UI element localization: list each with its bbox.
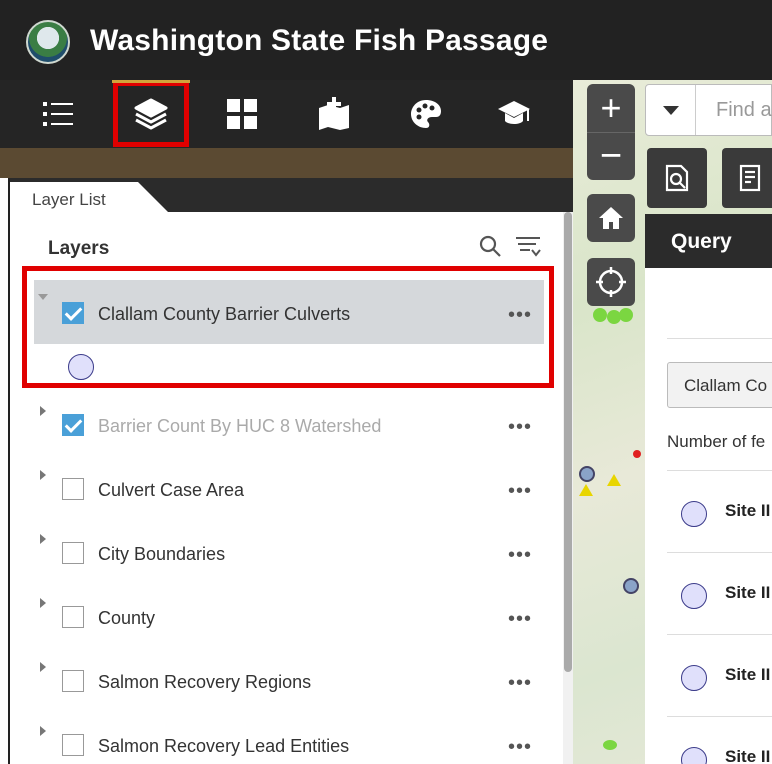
map-feature-dot (633, 450, 641, 458)
map-feature-dot (593, 308, 607, 322)
locate-button[interactable] (587, 258, 635, 306)
query-title: Query (645, 214, 772, 268)
layer-list-button[interactable] (112, 80, 190, 148)
divider (667, 338, 772, 339)
layer-list-panel: Layer List Layers Clallam County Barrier… (8, 178, 575, 764)
print-button[interactable] (394, 80, 458, 148)
layer-label: City Boundaries (98, 544, 226, 564)
list-icon (43, 102, 73, 126)
basemap-gallery-button[interactable] (210, 80, 274, 148)
expand-arrow-icon[interactable] (40, 470, 46, 480)
circle-symbol-icon (681, 665, 707, 691)
map-feature-triangle (607, 474, 621, 486)
map-feature-triangle (579, 484, 593, 496)
result-item-label: Site II (725, 665, 771, 684)
query-panel: Query Clallam Co Number of fe Site II Si… (645, 214, 772, 764)
app-title: Washington State Fish Passage (90, 24, 549, 57)
find-input[interactable]: Find a (716, 99, 772, 122)
crosshair-icon (596, 267, 626, 297)
widget-toolbar (0, 80, 573, 148)
expand-arrow-icon[interactable] (40, 598, 46, 608)
circle-symbol-icon (681, 583, 707, 609)
highlight-box (22, 266, 554, 388)
layer-row-city-boundaries[interactable]: City Boundaries ••• (34, 520, 544, 584)
chevron-down-icon[interactable] (646, 85, 696, 135)
active-marker (112, 80, 190, 83)
layer-row-salmon-lead-entities[interactable]: Salmon Recovery Lead Entities ••• (34, 712, 544, 764)
palette-icon (411, 100, 441, 128)
layer-label: Culvert Case Area (98, 480, 245, 500)
app-header: Washington State Fish Passage (0, 0, 772, 80)
layer-row-county[interactable]: County ••• (34, 584, 544, 648)
map-feature-dot (579, 466, 595, 482)
tab-strip: Layer List (10, 178, 575, 214)
find-search-box[interactable]: Find a (645, 84, 772, 136)
layer-label: Salmon Recovery Lead Entities (98, 736, 350, 756)
expand-arrow-icon[interactable] (40, 662, 46, 672)
more-options-icon[interactable]: ••• (508, 609, 532, 629)
expand-arrow-icon[interactable] (40, 406, 46, 416)
result-item[interactable]: Site II (667, 634, 772, 716)
home-icon (599, 207, 623, 229)
layer-row-salmon-recovery-regions[interactable]: Salmon Recovery Regions ••• (34, 648, 544, 712)
more-options-icon[interactable]: ••• (508, 673, 532, 693)
edit-tool-button[interactable] (722, 148, 772, 208)
home-button[interactable] (587, 194, 635, 242)
layer-row-culvert-case-area[interactable]: Culvert Case Area ••• (34, 456, 544, 520)
map-feature-dot (623, 578, 639, 594)
layer-checkbox[interactable] (62, 606, 84, 628)
more-options-icon[interactable]: ••• (508, 417, 532, 437)
query-tool-button[interactable] (647, 148, 707, 208)
layer-label: Barrier Count By HUC 8 Watershed (98, 416, 382, 436)
layer-checkbox[interactable] (62, 542, 84, 564)
graduation-cap-icon (498, 101, 530, 124)
result-item[interactable]: Site II (667, 716, 772, 764)
layer-checkbox[interactable] (62, 670, 84, 692)
legend-button[interactable] (26, 80, 90, 148)
result-item[interactable]: Site II (667, 470, 772, 552)
search-icon[interactable] (478, 234, 502, 258)
more-options-icon[interactable]: ••• (508, 737, 532, 757)
map-feature-dot (619, 308, 633, 322)
layer-checkbox[interactable] (62, 414, 84, 436)
result-item-label: Site II (725, 747, 771, 764)
layer-row-barrier-count[interactable]: Barrier Count By HUC 8 Watershed ••• (34, 392, 544, 456)
document-edit-icon (739, 164, 761, 192)
result-count-label: Number of fe (667, 432, 766, 451)
more-options-icon[interactable]: ••• (508, 481, 532, 501)
expand-arrow-icon[interactable] (40, 726, 46, 736)
zoom-in-button[interactable]: + (587, 84, 635, 132)
circle-symbol-icon (681, 747, 707, 764)
tab-layer-list[interactable]: Layer List (10, 182, 170, 214)
map-feature-dot (603, 740, 617, 750)
document-search-icon (665, 164, 689, 192)
expand-arrow-icon[interactable] (40, 534, 46, 544)
zoom-out-button[interactable]: − (587, 132, 635, 180)
app-logo (26, 20, 70, 64)
more-options-icon[interactable]: ••• (508, 545, 532, 565)
scrollbar-thumb[interactable] (564, 212, 572, 672)
result-item-label: Site II (725, 583, 771, 602)
about-button[interactable] (482, 80, 546, 148)
layer-checkbox[interactable] (62, 734, 84, 756)
layers-title: Layers (48, 238, 110, 259)
add-data-button[interactable] (302, 80, 366, 148)
grid-icon (227, 99, 257, 129)
layer-label: County (98, 608, 156, 628)
add-map-icon (319, 97, 349, 130)
filter-list-icon[interactable] (514, 234, 542, 258)
result-item-label: Site II (725, 501, 771, 520)
result-item[interactable]: Site II (667, 552, 772, 634)
panel-divider-bar (0, 148, 573, 178)
query-layer-select[interactable]: Clallam Co (667, 362, 772, 408)
circle-symbol-icon (681, 501, 707, 527)
layer-label: Salmon Recovery Regions (98, 672, 312, 692)
layer-checkbox[interactable] (62, 478, 84, 500)
layers-icon (134, 98, 168, 130)
